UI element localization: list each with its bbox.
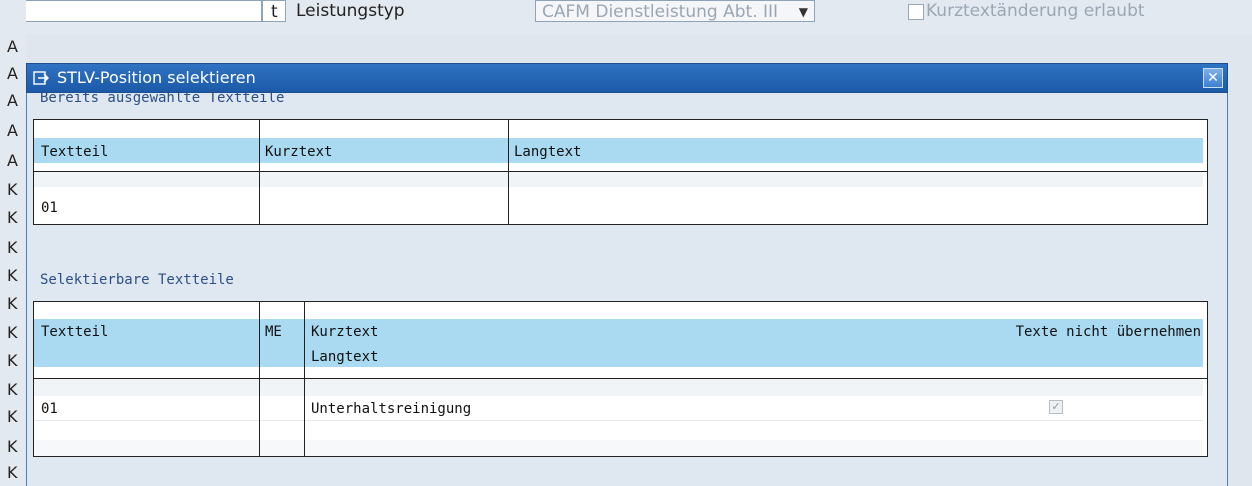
left-letter: K: [7, 351, 18, 370]
texte-nicht-uebernehmen-checkbox[interactable]: ✓: [1049, 400, 1063, 414]
close-icon: ✕: [1207, 70, 1219, 86]
background-text-field[interactable]: xt: [0, 0, 262, 22]
left-letter: K: [7, 238, 18, 257]
table-header: [34, 138, 1203, 163]
row-spacer: [34, 379, 1203, 396]
dialog-title-bar[interactable]: STLV-Position selektieren ✕: [26, 63, 1228, 93]
left-letter: K: [7, 294, 18, 313]
column-divider: [508, 120, 509, 224]
row-spacer: [34, 440, 1203, 456]
column-header-textteil: Textteil: [41, 144, 109, 160]
kurztext-change-label: Kurztextänderung erlaubt: [926, 1, 1145, 21]
checkmark-icon: ✓: [1051, 400, 1061, 413]
column-divider: [259, 302, 260, 456]
dialog-window-icon: [33, 71, 49, 85]
left-letter: K: [7, 463, 18, 482]
selectable-texts-table: Textteil ME Kurztext Texte nicht überneh…: [33, 301, 1208, 457]
selectable-section-title: Selektierbare Textteile: [40, 272, 234, 288]
leistungstyp-value: CAFM Dienstleistung Abt. III: [542, 2, 779, 22]
leistungstyp-label: Leistungstyp: [296, 1, 405, 21]
chevron-down-icon: ▼: [798, 5, 808, 19]
close-button[interactable]: ✕: [1203, 68, 1223, 88]
background-field-icon[interactable]: t: [262, 0, 286, 22]
dialog-title: STLV-Position selektieren: [57, 68, 256, 87]
selected-section-title: Bereits ausgewählte Textteile: [40, 90, 285, 106]
left-letter: K: [7, 266, 18, 285]
column-divider: [259, 120, 260, 224]
selectable-row-kurztext[interactable]: Unterhaltsreinigung: [311, 399, 471, 419]
column-header-langtext: Langtext: [311, 349, 379, 365]
selectable-row-textteil[interactable]: 01: [41, 399, 58, 419]
left-letter: A: [7, 121, 18, 140]
left-letter: K: [7, 180, 18, 199]
left-letter: A: [7, 151, 18, 170]
column-header-me: ME: [265, 324, 282, 340]
left-letter: K: [7, 208, 18, 227]
background-toolbar: xt t Leistungstyp CAFM Dienstleistung Ab…: [0, 0, 1252, 34]
background-left-column: A A A A A K K K K K K K K K K K: [0, 0, 26, 486]
background-field-icon-text: t: [271, 2, 278, 22]
leistungstyp-dropdown[interactable]: CAFM Dienstleistung Abt. III ▼: [535, 0, 815, 22]
left-letter: A: [7, 64, 18, 83]
left-letter: A: [7, 37, 18, 56]
left-letter: K: [7, 437, 18, 456]
left-letter: K: [7, 407, 18, 426]
left-letter: K: [7, 380, 18, 399]
column-divider: [304, 302, 305, 456]
column-header-textteil: Textteil: [41, 324, 109, 340]
background-label: Leistungstyp: [290, 0, 530, 22]
column-header-kurztext: Kurztext: [311, 324, 379, 340]
row-separator: [34, 420, 1203, 421]
kurztext-change-checkbox[interactable]: [908, 4, 924, 20]
column-header-texte-nicht-uebernehmen: Texte nicht übernehmen: [1015, 324, 1201, 340]
selected-texts-table: Textteil Kurztext Langtext 01: [33, 119, 1208, 225]
column-header-kurztext: Kurztext: [265, 144, 333, 160]
row-spacer: [34, 172, 1203, 187]
selected-row-textteil[interactable]: 01: [41, 198, 58, 218]
left-letter: K: [7, 323, 18, 342]
left-letter: A: [7, 91, 18, 110]
column-header-langtext: Langtext: [514, 144, 582, 160]
